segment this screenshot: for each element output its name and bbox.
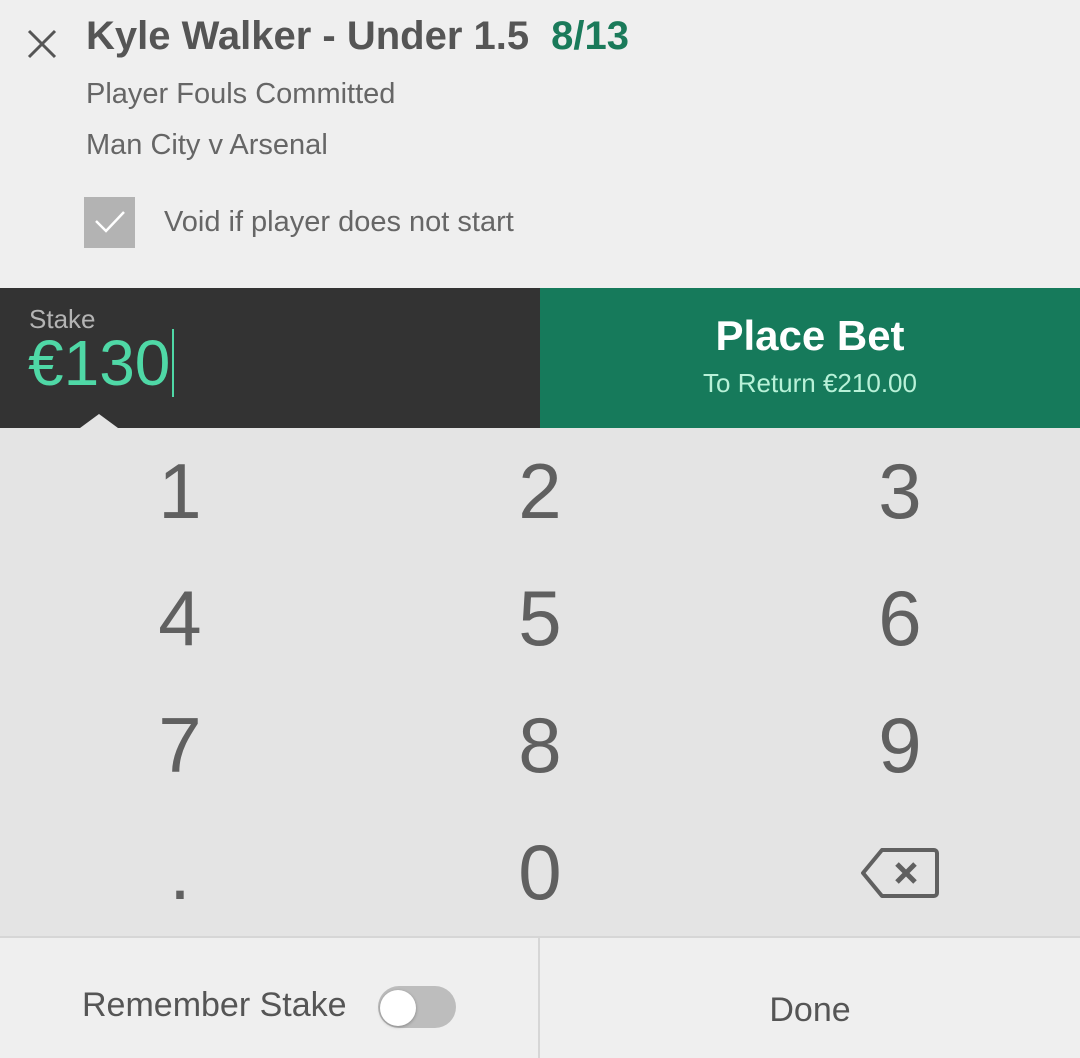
place-bet-button[interactable]: Place Bet To Return €210.00 [540,288,1080,428]
void-checkbox[interactable] [84,196,135,248]
done-button[interactable]: Done [540,938,1080,1058]
backspace-icon [861,847,939,898]
remember-stake-label: Remember Stake [82,986,347,1024]
stake-input[interactable]: Stake €130 [0,288,540,428]
void-label: Void if player does not start [164,205,514,238]
to-return-text: To Return €210.00 [703,368,917,398]
key-1[interactable]: 1 [0,428,360,555]
backspace-key[interactable] [720,809,1080,936]
toggle-knob [380,990,416,1026]
stake-pointer-arrow [80,414,118,428]
place-bet-label: Place Bet [715,312,905,359]
key-7[interactable]: 7 [0,682,360,809]
bet-selection: Kyle Walker - Under 1.5 8/13 Player Fouls… [0,0,1080,288]
key-4[interactable]: 4 [0,555,360,682]
key-8[interactable]: 8 [360,682,720,809]
event-name: Man City v Arsenal [86,129,328,161]
checkmark-icon [94,211,125,233]
selection-odds: 8/13 [551,14,629,58]
key-2[interactable]: 2 [360,428,720,555]
numeric-keypad: 1 2 3 4 5 6 7 8 9 . 0 [0,428,1080,936]
remember-stake-toggle[interactable] [378,986,456,1028]
text-caret [172,329,175,397]
key-6[interactable]: 6 [720,555,1080,682]
key-5[interactable]: 5 [360,555,720,682]
key-3[interactable]: 3 [720,428,1080,555]
void-option[interactable]: Void if player does not start [84,196,514,248]
key-9[interactable]: 9 [720,682,1080,809]
key-decimal[interactable]: . [0,809,360,936]
market-name: Player Fouls Committed [86,78,396,110]
footer-bar: Remember Stake Done [0,936,1080,1058]
selection-title: Kyle Walker - Under 1.5 [86,14,530,58]
close-icon[interactable] [26,28,58,60]
selection-title-row: Kyle Walker - Under 1.5 8/13 [86,14,629,59]
stake-value: €130 [28,327,171,399]
key-0[interactable]: 0 [360,809,720,936]
stake-value-wrap: €130 [28,326,175,400]
